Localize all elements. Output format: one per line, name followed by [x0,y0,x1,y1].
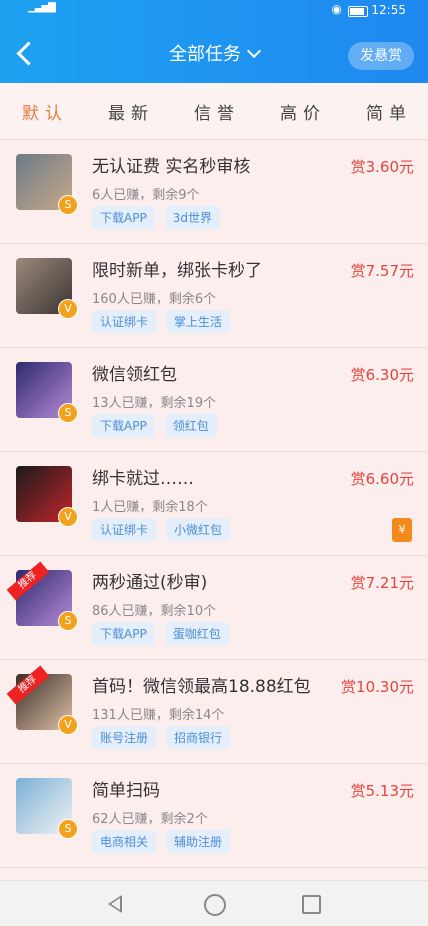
task-tag: 掌上生活 [166,310,231,333]
task-title: 限时新单，绑张卡秒了 [92,261,262,281]
task-tag: 小微红包 [166,518,231,541]
task-tag: 下载APP [92,206,155,229]
task-row[interactable]: V 限时新单，绑张卡秒了 160人已赚，剩余6个认证绑卡 掌上生活 赏7.57元 [0,244,428,348]
task-tag: 辅助注册 [166,830,231,853]
status-bar: ▁▃▅▇ ◉ 12:55 [0,0,428,22]
task-tag: 下载APP [92,622,155,645]
task-tags: 下载APP 3d世界 [92,206,230,229]
task-progress: 6人已赚，剩余9个 [92,188,200,203]
page-title-text: 全部任务 [169,44,241,65]
task-tag: 认证绑卡 [92,310,157,333]
header-bar: 全部任务 发悬赏 [0,22,428,83]
task-reward: 赏5.13元 [350,782,414,800]
tab-simple[interactable]: 简单 [366,99,412,124]
task-tag: 领红包 [164,414,217,437]
task-progress: 62人已赚，剩余2个 [92,812,208,827]
tab-high-price[interactable]: 高价 [280,99,326,124]
task-list: S 无认证费 实名秒审核 6人已赚，剩余9个下载APP 3d世界 赏3.60元 V 限时新单… [0,140,428,868]
task-progress: 131人已赚，剩余14个 [92,708,225,723]
chevron-down-icon [246,43,262,59]
system-nav-bar [0,880,428,926]
task-reward: 赏10.30元 [341,678,414,696]
task-row[interactable]: S 无认证费 实名秒审核 6人已赚，剩余9个下载APP 3d世界 赏3.60元 [0,140,428,244]
task-tag: 3d世界 [164,206,220,229]
battery-icon [348,6,368,17]
signal-icon: ▁▃▅▇ [28,2,56,13]
task-row[interactable]: S 简单扫码 62人已赚，剩余2个电商相关 辅助注册 赏5.13元 [0,764,428,868]
task-row[interactable]: 推荐 S 两秒通过(秒审) 86人已赚，剩余10个下载APP 蛋咖红包 赏7.21元 [0,556,428,660]
nav-home-icon[interactable] [204,894,226,916]
task-tag: 认证绑卡 [92,518,157,541]
task-title: 绑卡就过…… [92,469,194,489]
recommend-ribbon: 推荐 [6,561,50,601]
task-tags: 下载APP 领红包 [92,414,227,437]
eye-comfort-icon: ◉ [331,2,342,16]
verified-badge-icon: V [58,715,78,735]
status-badge-icon: S [58,819,78,839]
task-tags: 认证绑卡 掌上生活 [92,310,240,333]
task-title: 微信领红包 [92,365,177,385]
task-tag: 招商银行 [166,726,231,749]
task-tag: 电商相关 [92,830,157,853]
tab-reputation[interactable]: 信誉 [194,99,240,124]
status-badge-icon: S [58,611,78,631]
sort-tabs: 默认 最新 信誉 高价 简单 [0,83,428,140]
recommend-ribbon: 推荐 [6,665,50,705]
task-tag: 蛋咖红包 [164,622,229,645]
task-row[interactable]: S 微信领红包 13人已赚，剩余19个下载APP 领红包 赏6.30元 [0,348,428,452]
verified-badge-icon: V [58,299,78,319]
task-reward: 赏7.57元 [350,262,414,280]
task-title: 首码！微信领最高18.88红包 [92,677,311,697]
task-title: 两秒通过(秒审) [92,573,208,593]
tab-newest[interactable]: 最新 [108,99,154,124]
task-reward: 赏3.60元 [350,158,414,176]
task-title: 简单扫码 [92,781,160,801]
task-row[interactable]: 推荐 V 首码！微信领最高18.88红包 131人已赚，剩余14个账号注册 招商银行 赏1… [0,660,428,764]
task-tags: 下载APP 蛋咖红包 [92,622,239,645]
task-progress: 1人已赚，剩余18个 [92,500,208,515]
task-reward: 赏7.21元 [350,574,414,592]
red-packet-icon: ¥ [392,518,412,542]
status-badge-icon: S [58,403,78,423]
status-time: 12:55 [371,3,406,17]
task-row[interactable]: V 绑卡就过…… 1人已赚，剩余18个认证绑卡 小微红包 赏6.60元 ¥ [0,452,428,556]
task-tags: 账号注册 招商银行 [92,726,240,749]
nav-back-icon[interactable] [108,895,122,913]
task-title: 无认证费 实名秒审核 [92,157,251,177]
task-tags: 电商相关 辅助注册 [92,830,240,853]
task-progress: 160人已赚，剩余6个 [92,292,217,307]
tab-default[interactable]: 默认 [22,99,68,124]
status-badge-icon: S [58,195,78,215]
task-tags: 认证绑卡 小微红包 [92,518,240,541]
task-reward: 赏6.60元 [350,470,414,488]
post-reward-button[interactable]: 发悬赏 [348,42,414,70]
task-tag: 下载APP [92,414,155,437]
nav-recents-icon[interactable] [302,895,321,914]
task-reward: 赏6.30元 [350,366,414,384]
verified-badge-icon: V [58,507,78,527]
task-progress: 86人已赚，剩余10个 [92,604,217,619]
task-tag: 账号注册 [92,726,157,749]
task-progress: 13人已赚，剩余19个 [92,396,217,411]
